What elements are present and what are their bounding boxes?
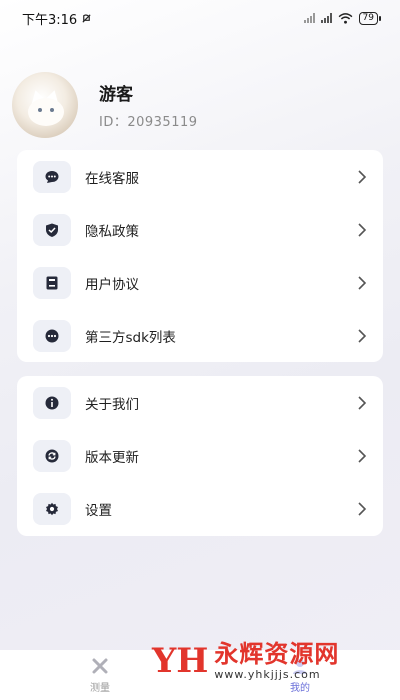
menu-item-label: 用户协议 xyxy=(85,276,139,293)
watermark-title: 永辉资源网 xyxy=(214,640,340,668)
info-icon xyxy=(45,396,59,409)
chevron-right-icon xyxy=(358,501,367,516)
watermark-logo: YH xyxy=(152,640,209,681)
menu-card-primary: 在线客服 隐私政策 用户协议 第三方sdk列表 xyxy=(17,150,383,362)
watermark: YH 永辉资源网 www.yhkjjjs.com xyxy=(152,640,339,681)
alarm-off-icon xyxy=(82,13,91,23)
tab-label: 测量 xyxy=(90,683,110,694)
chevron-right-icon xyxy=(358,169,367,184)
status-time: 下午3:16 xyxy=(22,12,78,28)
menu-card-secondary: 关于我们 版本更新 设置 xyxy=(17,376,383,536)
profile-header[interactable]: 游客 ID：20935119 xyxy=(12,72,198,138)
tab-measure[interactable]: 测量 xyxy=(60,656,140,694)
menu-item-about-us[interactable]: 关于我们 xyxy=(17,376,383,429)
chevron-right-icon xyxy=(358,275,367,290)
more-icon xyxy=(45,329,59,342)
menu-item-version-update[interactable]: 版本更新 xyxy=(17,429,383,482)
signal-icon xyxy=(303,13,315,23)
menu-item-label: 在线客服 xyxy=(85,170,139,187)
document-icon xyxy=(46,276,58,289)
menu-item-label: 设置 xyxy=(85,502,112,519)
user-id: ID：20935119 xyxy=(99,115,198,130)
menu-item-label: 隐私政策 xyxy=(85,223,139,240)
menu-item-label: 第三方sdk列表 xyxy=(85,329,176,346)
chevron-right-icon xyxy=(358,222,367,237)
watermark-url: www.yhkjjjs.com xyxy=(214,668,321,681)
menu-item-settings[interactable]: 设置 xyxy=(17,482,383,535)
signal-hd-icon xyxy=(320,13,332,23)
avatar[interactable] xyxy=(12,72,78,138)
tab-label: 我的 xyxy=(290,683,310,694)
battery-icon: 79 xyxy=(358,11,382,25)
gear-icon xyxy=(46,502,58,515)
refresh-icon xyxy=(45,449,59,462)
menu-item-label: 版本更新 xyxy=(85,449,139,466)
shield-icon xyxy=(46,223,58,237)
chevron-right-icon xyxy=(358,395,367,410)
chevron-right-icon xyxy=(358,448,367,463)
status-bar: 下午3:16 79 xyxy=(0,0,400,36)
username: 游客 xyxy=(99,85,133,105)
menu-item-privacy-policy[interactable]: 隐私政策 xyxy=(17,203,383,256)
wifi-icon xyxy=(338,12,352,24)
chevron-right-icon xyxy=(358,328,367,343)
menu-item-user-agreement[interactable]: 用户协议 xyxy=(17,256,383,309)
measure-icon xyxy=(92,658,108,674)
menu-item-online-service[interactable]: 在线客服 xyxy=(17,150,383,203)
menu-item-third-party-sdk[interactable]: 第三方sdk列表 xyxy=(17,309,383,362)
chat-icon xyxy=(45,170,59,183)
menu-item-label: 关于我们 xyxy=(85,396,139,413)
